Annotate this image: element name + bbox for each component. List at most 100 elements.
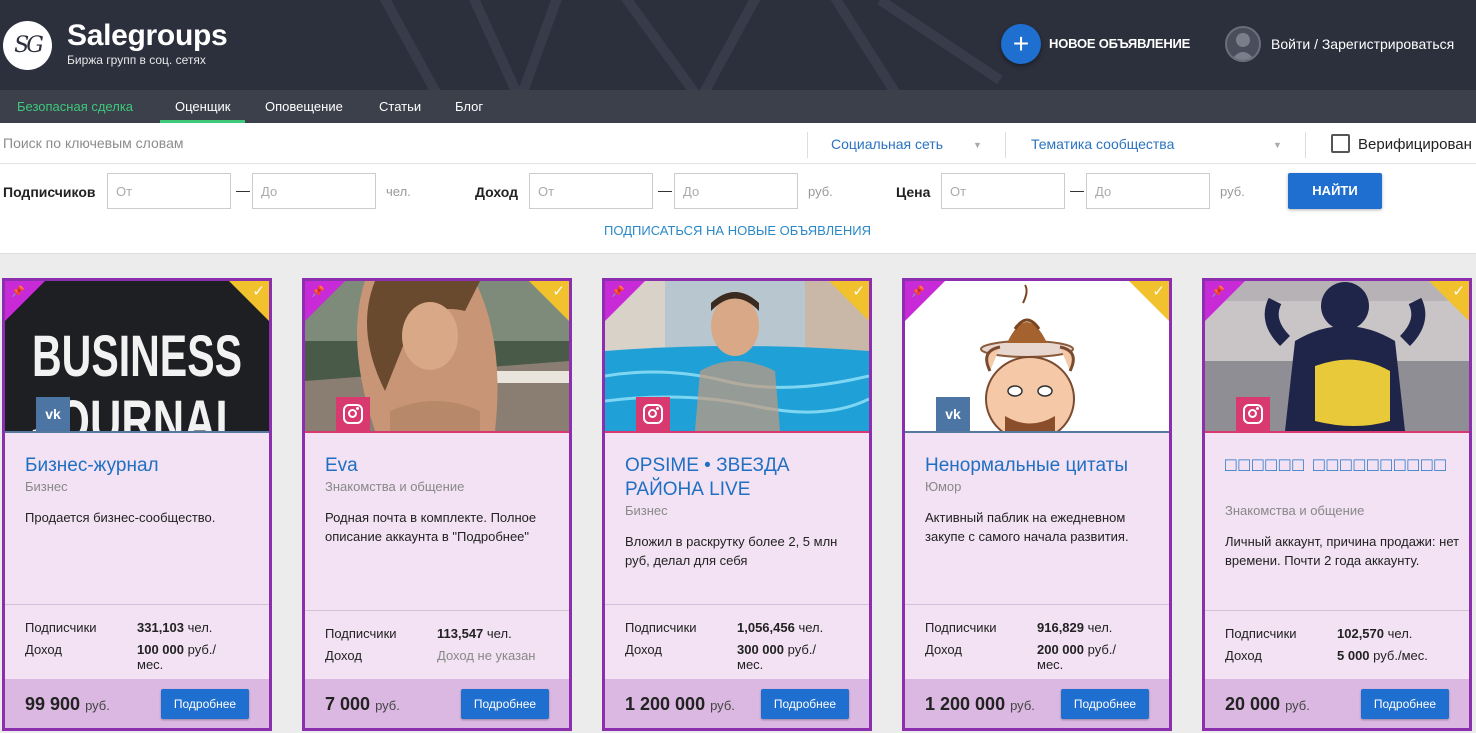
vk-icon: vk	[936, 397, 970, 431]
chevron-down-icon[interactable]: ▼	[973, 140, 982, 150]
income-label: Доход	[25, 642, 62, 657]
pin-icon: 📌	[11, 286, 25, 298]
price-from-input[interactable]	[941, 173, 1065, 209]
chevron-down-icon[interactable]: ▼	[1273, 140, 1282, 150]
social-network-select[interactable]: Социальная сеть	[831, 123, 943, 163]
divider	[905, 604, 1169, 605]
subscribers-value: 916,829 чел.	[1037, 620, 1113, 635]
price-bar: 1 200 000 руб. Подробнее	[905, 679, 1169, 728]
nav-item-notification[interactable]: Оповещение	[250, 90, 358, 123]
card-title[interactable]: Ненормальные цитаты	[925, 454, 1155, 478]
image-divider	[305, 431, 569, 433]
income-value: 200 000 руб./ мес.	[1037, 642, 1117, 672]
subscribers-label: Подписчики	[1225, 626, 1297, 641]
price-bar: 20 000 руб. Подробнее	[1205, 679, 1469, 728]
instagram-icon	[336, 397, 370, 431]
listing-card[interactable]: 📌 ✓ vk Ненормальные цитаты Юмор Активный…	[902, 278, 1172, 731]
more-button[interactable]: Подробнее	[761, 689, 849, 719]
brand-name[interactable]: Salegroups	[67, 19, 228, 53]
check-icon: ✓	[1152, 283, 1165, 300]
income-value: Доход не указан	[437, 648, 536, 663]
price: 7 000 руб.	[325, 694, 400, 714]
subscribers-label: Подписчики	[25, 620, 97, 635]
topic-select[interactable]: Тематика сообщества	[1031, 123, 1174, 163]
login-register-link[interactable]: Войти / Зарегистрироваться	[1271, 36, 1454, 52]
divider	[1305, 132, 1306, 158]
subscribers-to-input[interactable]	[252, 173, 376, 209]
more-button[interactable]: Подробнее	[1361, 689, 1449, 719]
pin-icon: 📌	[311, 286, 325, 298]
user-avatar-icon[interactable]	[1225, 26, 1261, 62]
check-icon: ✓	[252, 283, 265, 300]
card-description: Родная почта в комплекте. Полное описани…	[325, 510, 537, 544]
range-dash: —	[236, 182, 250, 198]
instagram-icon	[1236, 397, 1270, 431]
new-ad-button[interactable]: НОВОЕ ОБЪЯВЛЕНИЕ	[1049, 36, 1190, 51]
card-title[interactable]: □□□□□□ □□□□□□□□□□	[1225, 454, 1455, 478]
price-bar: 1 200 000 руб. Подробнее	[605, 679, 869, 728]
card-category: Знакомства и общение	[1225, 503, 1365, 518]
more-button[interactable]: Подробнее	[1061, 689, 1149, 719]
card-category: Знакомства и общение	[325, 479, 465, 494]
listing-card[interactable]: BUSINESS JOURNAL 📌 ✓ vk Бизнес-журнал Би…	[2, 278, 272, 731]
card-title[interactable]: Бизнес-журнал	[25, 454, 255, 478]
card-description: Активный паблик на ежедневном закупе с с…	[925, 510, 1129, 544]
divider	[1005, 132, 1006, 158]
range-dash: —	[658, 182, 672, 198]
subscribers-label: Подписчики	[625, 620, 697, 635]
listing-card[interactable]: 📌 ✓ □□□□□□ □□□□□□□□□□ Знакомства и общен…	[1202, 278, 1472, 731]
card-category: Бизнес	[25, 479, 68, 494]
more-button[interactable]: Подробнее	[161, 689, 249, 719]
price: 99 900 руб.	[25, 694, 110, 714]
pin-icon: 📌	[1211, 286, 1225, 298]
filters-panel: Социальная сеть ▼ Тематика сообщества ▼ …	[0, 123, 1476, 254]
verified-checkbox[interactable]	[1331, 134, 1350, 153]
plus-icon[interactable]: +	[1001, 24, 1041, 64]
image-divider	[905, 431, 1169, 433]
image-divider	[605, 431, 869, 433]
vk-icon: vk	[36, 397, 70, 431]
price: 1 200 000 руб.	[625, 694, 735, 714]
more-button[interactable]: Подробнее	[461, 689, 549, 719]
subscribers-unit: чел.	[386, 184, 411, 199]
search-row: Социальная сеть ▼ Тематика сообщества ▼ …	[0, 123, 1476, 164]
nav-item-articles[interactable]: Статьи	[364, 90, 436, 123]
income-from-input[interactable]	[529, 173, 653, 209]
range-dash: —	[1070, 182, 1084, 198]
image-divider	[5, 431, 269, 433]
income-value: 100 000 руб./ мес.	[137, 642, 217, 672]
card-title[interactable]: OPSIME • ЗВЕЗДА РАЙОНА LIVE	[625, 454, 855, 502]
image-divider	[1205, 431, 1469, 433]
income-label: Доход	[625, 642, 662, 657]
income-filter-label: Доход	[475, 184, 519, 200]
card-description: Вложил в раскрутку более 2, 5 млн руб, д…	[625, 534, 838, 568]
price-unit: руб.	[1220, 184, 1245, 199]
subscribers-value: 102,570 чел.	[1337, 626, 1413, 641]
logo[interactable]: SG	[3, 21, 52, 70]
income-to-input[interactable]	[674, 173, 798, 209]
subscribe-new-ads-link[interactable]: ПОДПИСАТЬСЯ НА НОВЫЕ ОБЪЯВЛЕНИЯ	[0, 223, 1476, 238]
subscribers-label: Подписчики	[925, 620, 997, 635]
search-input[interactable]	[0, 123, 800, 163]
listing-card[interactable]: 📌 ✓ OPSIME • ЗВЕЗДА РАЙОНА LIVE Бизнес В…	[602, 278, 872, 731]
site-header: SG Salegroups Биржа групп в соц. сетях +…	[0, 0, 1476, 90]
verified-label[interactable]: Верифицирован	[1358, 136, 1472, 153]
subscribers-from-input[interactable]	[107, 173, 231, 209]
search-button[interactable]: НАЙТИ	[1288, 173, 1382, 209]
nav-item-safe-deal[interactable]: Безопасная сделка	[2, 90, 148, 123]
divider	[807, 132, 808, 158]
nav-item-appraiser[interactable]: Оценщик	[160, 90, 246, 123]
main-nav: Безопасная сделка Оценщик Оповещение Ста…	[0, 90, 1476, 123]
nav-item-blog[interactable]: Блог	[440, 90, 498, 123]
price-to-input[interactable]	[1086, 173, 1210, 209]
pin-icon: 📌	[611, 286, 625, 298]
divider	[605, 604, 869, 605]
divider	[5, 604, 269, 605]
listing-card[interactable]: 📌 ✓ Eva Знакомства и общение Родная почт…	[302, 278, 572, 731]
divider	[305, 610, 569, 611]
card-title[interactable]: Eva	[325, 454, 555, 478]
divider	[1205, 610, 1469, 611]
price: 1 200 000 руб.	[925, 694, 1035, 714]
card-description: Личный аккаунт, причина продажи: нет вре…	[1225, 534, 1460, 568]
subscribers-value: 331,103 чел.	[137, 620, 213, 635]
